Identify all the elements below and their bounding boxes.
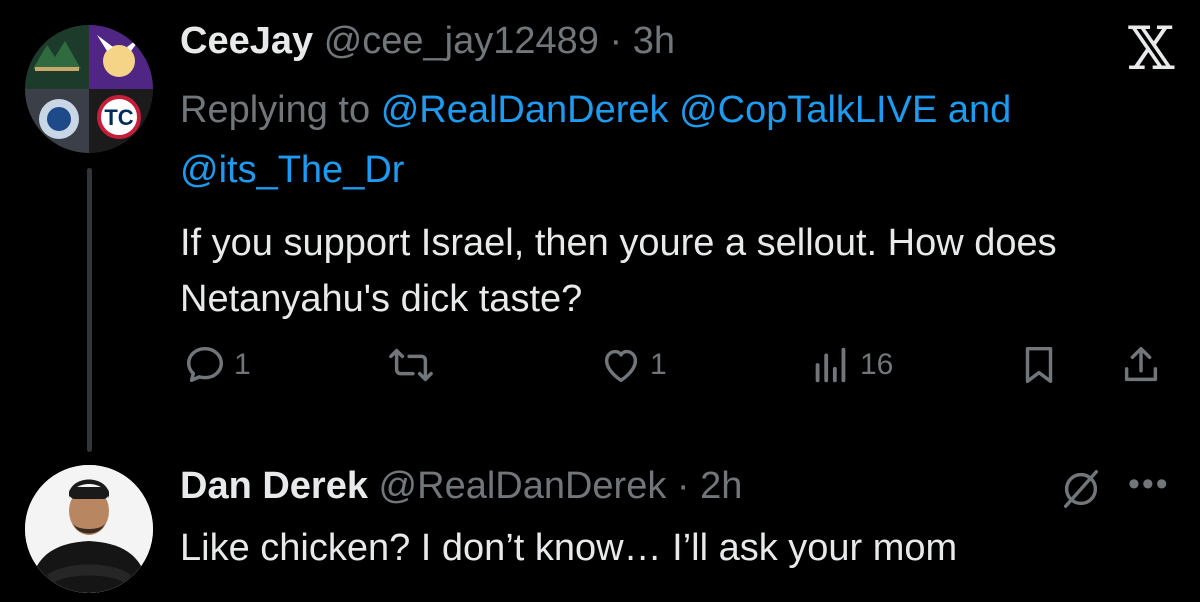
- like-count: 1: [650, 348, 667, 381]
- thread-connector: [87, 168, 92, 452]
- reply-icon: [186, 346, 224, 383]
- mention-its-the-dr[interactable]: @its_The_Dr: [180, 149, 404, 191]
- x-logo-icon: 𝕏: [1128, 14, 1175, 84]
- reply-timestamp[interactable]: · 2h: [677, 465, 742, 507]
- muted-icon[interactable]: [1058, 466, 1104, 512]
- views-button[interactable]: 16: [808, 342, 893, 388]
- like-button[interactable]: 1: [598, 342, 667, 388]
- retweet-button[interactable]: [388, 342, 434, 388]
- retweet-icon: [389, 348, 433, 382]
- reply-author-handle[interactable]: @RealDanDerek: [379, 465, 667, 507]
- reply-text: Like chicken? I don’t know… I’ll ask you…: [180, 527, 958, 569]
- profile-photo: [25, 465, 153, 593]
- avatar-dan-derek[interactable]: [25, 465, 153, 593]
- logo-quadrant-top-left: [25, 25, 89, 89]
- replying-to: Replying to @RealDanDerek @CopTalkLIVE a…: [180, 80, 1150, 200]
- replying-prefix: Replying to: [180, 89, 371, 131]
- share-icon: [1124, 346, 1158, 382]
- reply-author-name[interactable]: Dan Derek: [180, 465, 368, 507]
- more-icon[interactable]: •••: [1128, 465, 1170, 504]
- reply-button[interactable]: 1: [182, 342, 251, 388]
- mention-realdanderek[interactable]: @RealDanDerek: [381, 89, 669, 131]
- logo-quadrant-bottom-right: TC: [89, 89, 153, 153]
- share-button[interactable]: [1118, 342, 1164, 388]
- bookmark-button[interactable]: [1016, 342, 1062, 388]
- bookmark-icon: [1025, 346, 1053, 384]
- reply-count: 1: [234, 348, 251, 381]
- svg-text:TC: TC: [104, 105, 133, 130]
- logo-quadrant-top-right: [89, 25, 153, 89]
- mention-coptalklive[interactable]: @CopTalkLIVE: [679, 89, 937, 131]
- view-count: 16: [860, 348, 894, 381]
- avatar-ceejay[interactable]: TC: [25, 25, 153, 153]
- tweet-text: If you support Israel, then youre a sell…: [180, 222, 1057, 320]
- heart-icon: [604, 349, 638, 383]
- timestamp[interactable]: · 3h: [609, 20, 674, 62]
- logo-quadrant-bottom-left: [25, 89, 89, 153]
- mention-and[interactable]: and: [948, 89, 1011, 131]
- author-name[interactable]: CeeJay: [180, 20, 313, 62]
- author-handle[interactable]: @cee_jay12489: [324, 20, 599, 62]
- tweet-header: CeeJay @cee_jay12489 · 3h: [180, 20, 675, 63]
- reply-header: Dan Derek @RealDanDerek · 2h: [180, 465, 742, 508]
- views-icon: [815, 347, 846, 383]
